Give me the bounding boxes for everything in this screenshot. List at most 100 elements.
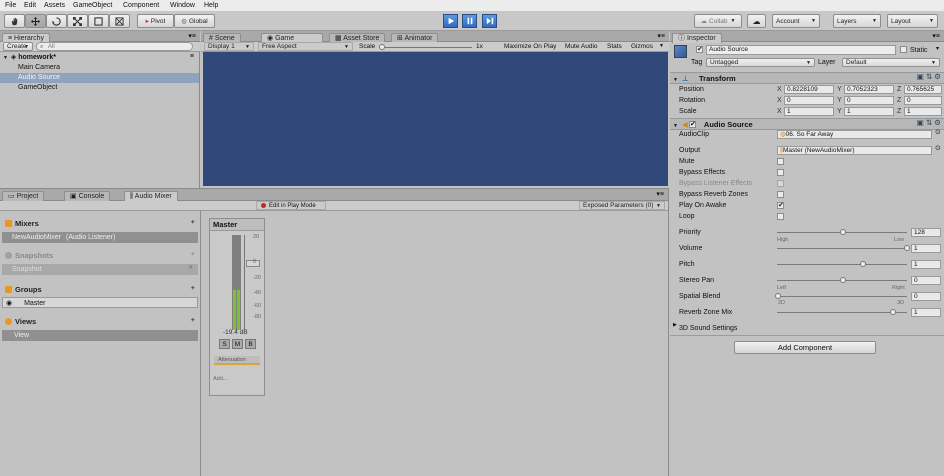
rotation-y-field[interactable]: 0: [844, 96, 894, 105]
account-dropdown[interactable]: Account ▼: [772, 14, 820, 28]
edit-in-play-mode-button[interactable]: Edit in Play Mode: [256, 201, 326, 210]
tab-audio-mixer[interactable]: ⫼ Audio Mixer: [124, 191, 178, 201]
mute-audio-toggle[interactable]: Mute Audio: [565, 43, 598, 51]
cloud-button[interactable]: ☁: [747, 14, 766, 28]
hierarchy-item-main-camera[interactable]: Main Camera: [0, 63, 199, 73]
component-menu-icons[interactable]: ▣ ⇅ ⚙: [917, 119, 941, 127]
tag-dropdown[interactable]: Untagged ▼: [706, 58, 815, 67]
scale-tool-button[interactable]: [67, 14, 88, 28]
move-tool-button[interactable]: [25, 14, 46, 28]
3d-sound-settings-foldout[interactable]: ▶ 3D Sound Settings: [670, 323, 944, 334]
audioclip-field[interactable]: ◍06. So Far Away: [777, 130, 932, 139]
pause-button[interactable]: [462, 14, 477, 28]
layout-dropdown[interactable]: Layout ▼: [887, 14, 938, 28]
scale-slider-knob[interactable]: [379, 44, 385, 50]
panel-menu-icon[interactable]: ▾≡: [188, 33, 196, 40]
menu-help[interactable]: Help: [204, 2, 218, 9]
priority-field[interactable]: 128: [911, 228, 941, 237]
audio-source-enabled-checkbox[interactable]: ✔: [689, 121, 696, 128]
display-dropdown[interactable]: Display 1 ▼: [204, 42, 254, 51]
spatial-blend-slider-knob[interactable]: [775, 293, 781, 299]
mute-button[interactable]: M: [232, 339, 243, 349]
active-checkbox[interactable]: ✔: [696, 46, 703, 53]
fader-track[interactable]: [244, 235, 245, 330]
snapshot-item[interactable]: Snapshot ★: [2, 264, 198, 275]
mixer-item[interactable]: NewAudioMixer (Audio Listener): [2, 232, 198, 243]
menu-gameobject[interactable]: GameObject: [73, 2, 112, 9]
solo-button[interactable]: S: [219, 339, 230, 349]
menu-window[interactable]: Window: [170, 2, 195, 9]
loop-checkbox[interactable]: [777, 213, 784, 220]
hand-tool-button[interactable]: [4, 14, 25, 28]
add-effect-button[interactable]: Add...: [213, 376, 227, 383]
layer-dropdown[interactable]: Default ▼: [842, 58, 940, 67]
stats-toggle[interactable]: Stats: [607, 43, 622, 51]
hierarchy-item-audio-source[interactable]: Audio Source: [0, 73, 199, 83]
mute-checkbox[interactable]: [777, 158, 784, 165]
hierarchy-item-gameobject[interactable]: GameObject: [0, 83, 199, 93]
bypass-listener-effects-checkbox[interactable]: [777, 180, 784, 187]
group-item-master[interactable]: ◉ Master: [2, 297, 198, 308]
object-picker-icon[interactable]: ⊙: [935, 145, 941, 152]
reverb-zone-mix-slider-knob[interactable]: [890, 309, 896, 315]
object-name-field[interactable]: Audio Source: [706, 45, 896, 55]
pitch-slider[interactable]: [777, 264, 907, 265]
scale-x-field[interactable]: 1: [784, 107, 834, 116]
spatial-blend-field[interactable]: 0: [911, 292, 941, 301]
eye-icon[interactable]: ◉: [6, 300, 12, 307]
pitch-slider-knob[interactable]: [860, 261, 866, 267]
position-x-field[interactable]: 0.8228109: [784, 85, 834, 94]
rotation-x-field[interactable]: 0: [784, 96, 834, 105]
pitch-field[interactable]: 1: [911, 260, 941, 269]
rotate-tool-button[interactable]: [46, 14, 67, 28]
add-view-button[interactable]: +: [191, 316, 195, 324]
view-item[interactable]: View: [2, 330, 198, 341]
panel-menu-icon[interactable]: ▾≡: [657, 33, 665, 40]
object-picker-icon[interactable]: ⊙: [935, 129, 941, 136]
scale-y-field[interactable]: 1: [844, 107, 894, 116]
volume-field[interactable]: 1: [911, 244, 941, 253]
panel-menu-icon[interactable]: ▾≡: [656, 191, 664, 198]
attenuation-effect[interactable]: Attenuation: [214, 356, 260, 365]
scale-z-field[interactable]: 1: [904, 107, 942, 116]
bypass-effects-checkbox[interactable]: [777, 169, 784, 176]
rect-tool-button[interactable]: [88, 14, 109, 28]
stereo-pan-field[interactable]: 0: [911, 276, 941, 285]
menu-component[interactable]: Component: [123, 2, 159, 9]
scene-row[interactable]: ▼ ◈ homework* ≡: [0, 53, 199, 63]
tab-project[interactable]: ▭ Project: [2, 191, 45, 201]
scale-slider[interactable]: [379, 47, 472, 48]
game-viewport[interactable]: [203, 52, 668, 186]
collab-dropdown[interactable]: ☁ Collab ▼: [694, 14, 742, 28]
play-button[interactable]: [443, 14, 458, 28]
bypass-reverb-zones-checkbox[interactable]: [777, 191, 784, 198]
static-checkbox[interactable]: [900, 46, 907, 53]
reverb-zone-mix-field[interactable]: 1: [911, 308, 941, 317]
pivot-toggle[interactable]: ▸ Pivot: [137, 14, 174, 28]
output-field[interactable]: ⫼Master (NewAudioMixer): [777, 146, 932, 155]
panel-menu-icon[interactable]: ▾≡: [932, 33, 940, 40]
global-toggle[interactable]: ◍ Global: [174, 14, 215, 28]
menu-edit[interactable]: Edit: [24, 2, 36, 9]
add-mixer-button[interactable]: +: [191, 218, 195, 226]
reverb-zone-mix-slider[interactable]: [777, 312, 907, 313]
spatial-blend-slider[interactable]: [777, 296, 907, 297]
create-dropdown[interactable]: Create ▼: [3, 42, 33, 51]
aspect-dropdown[interactable]: Free Aspect ▼: [258, 42, 353, 51]
priority-slider-knob[interactable]: [840, 229, 846, 235]
position-z-field[interactable]: 0.765625: [904, 85, 942, 94]
chevron-down-icon[interactable]: ▾: [936, 46, 939, 52]
gizmos-dropdown[interactable]: Gizmos: [631, 43, 653, 51]
bypass-button[interactable]: B: [245, 339, 256, 349]
volume-slider[interactable]: [777, 248, 907, 249]
layers-dropdown[interactable]: Layers ▼: [833, 14, 881, 28]
menu-assets[interactable]: Assets: [44, 2, 65, 9]
component-menu-icons[interactable]: ▣ ⇅ ⚙: [917, 73, 941, 81]
scene-menu-icon[interactable]: ≡: [190, 53, 194, 60]
position-y-field[interactable]: 0.7052323: [844, 85, 894, 94]
add-snapshot-button[interactable]: +: [191, 250, 195, 258]
add-group-button[interactable]: +: [191, 284, 195, 292]
stereo-pan-slider-knob[interactable]: [840, 277, 846, 283]
exposed-parameters-dropdown[interactable]: Exposed Parameters (0) ▼: [579, 201, 665, 210]
menu-file[interactable]: File: [5, 2, 16, 9]
